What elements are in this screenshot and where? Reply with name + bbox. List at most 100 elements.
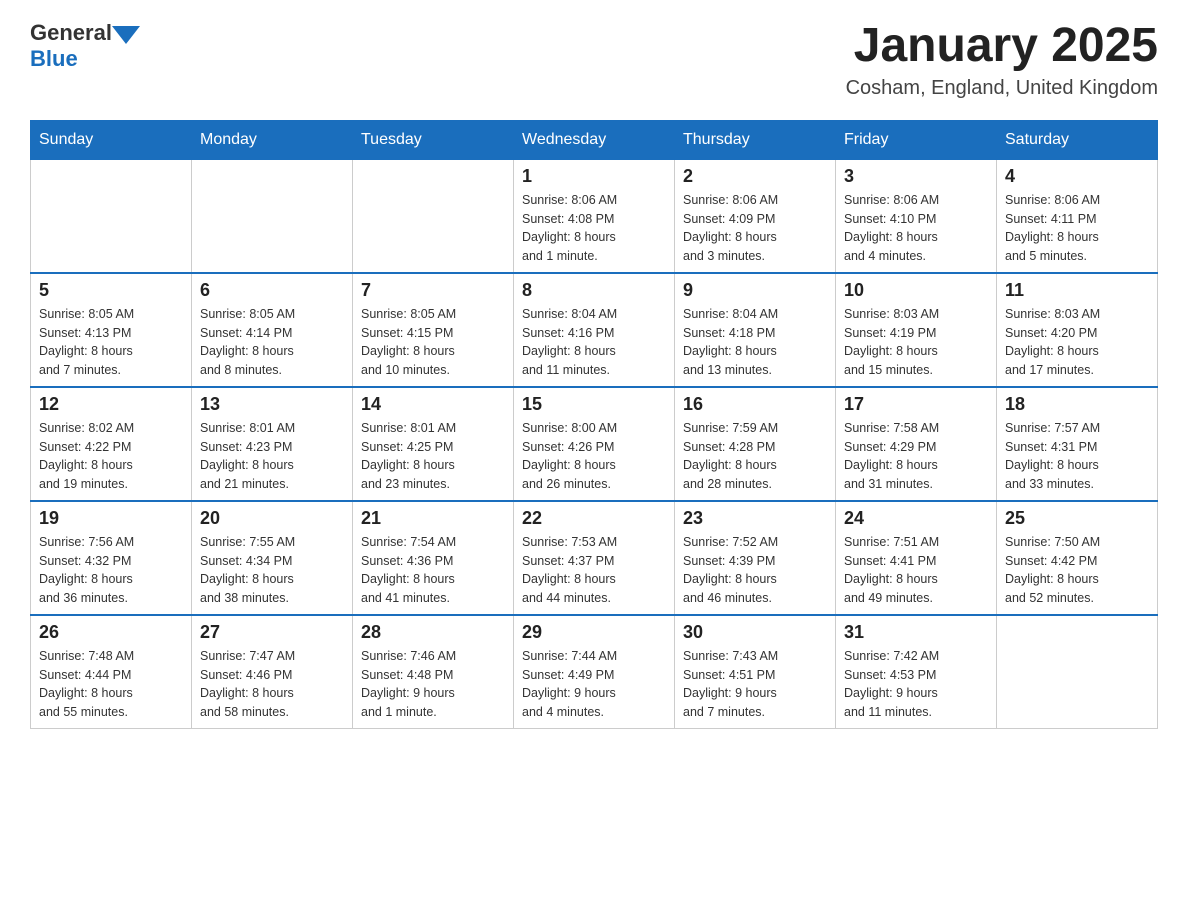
calendar-day-header: Thursday [675, 120, 836, 159]
calendar-cell [192, 159, 353, 273]
day-number: 20 [200, 508, 344, 529]
day-number: 1 [522, 166, 666, 187]
page-header: General Blue January 2025 Cosham, Englan… [30, 20, 1158, 100]
title-block: January 2025 Cosham, England, United Kin… [846, 20, 1158, 100]
day-info: Sunrise: 7:51 AM Sunset: 4:41 PM Dayligh… [844, 533, 988, 608]
cell-content: 9Sunrise: 8:04 AM Sunset: 4:18 PM Daylig… [683, 280, 827, 380]
day-number: 16 [683, 394, 827, 415]
calendar-week-row: 5 Sunrise: 8:05 AM Sunset: 4:13 PM Daylig… [31, 273, 1158, 387]
calendar-cell: 21Sunrise: 7:54 AM Sunset: 4:36 PM Dayli… [353, 501, 514, 615]
calendar-cell: 10Sunrise: 8:03 AM Sunset: 4:19 PM Dayli… [836, 273, 997, 387]
day-number: 30 [683, 622, 827, 643]
calendar-day-header: Sunday [31, 120, 192, 159]
day-info: Sunrise: 7:44 AM Sunset: 4:49 PM Dayligh… [522, 647, 666, 722]
calendar-cell: 14 Sunrise: 8:01 AM Sunset: 4:25 PM Dayli… [353, 387, 514, 501]
calendar-cell: 6Sunrise: 8:05 AM Sunset: 4:14 PM Daylig… [192, 273, 353, 387]
calendar-cell: 25 Sunrise: 7:50 AM Sunset: 4:42 PM Dayli… [997, 501, 1158, 615]
day-number: 25 [1005, 508, 1149, 529]
day-info: Sunrise: 8:02 AM Sunset: 4:22 PM Dayligh… [39, 419, 183, 494]
cell-content: 2Sunrise: 8:06 AM Sunset: 4:09 PM Daylig… [683, 166, 827, 266]
day-info: Sunrise: 7:59 AM Sunset: 4:28 PM Dayligh… [683, 419, 827, 494]
cell-content: 7Sunrise: 8:05 AM Sunset: 4:15 PM Daylig… [361, 280, 505, 380]
calendar-cell: 31Sunrise: 7:42 AM Sunset: 4:53 PM Dayli… [836, 615, 997, 729]
calendar-cell [997, 615, 1158, 729]
calendar-cell: 19 Sunrise: 7:56 AM Sunset: 4:32 PM Dayli… [31, 501, 192, 615]
calendar-cell: 7Sunrise: 8:05 AM Sunset: 4:15 PM Daylig… [353, 273, 514, 387]
cell-content: 3Sunrise: 8:06 AM Sunset: 4:10 PM Daylig… [844, 166, 988, 266]
calendar-cell: 3Sunrise: 8:06 AM Sunset: 4:10 PM Daylig… [836, 159, 997, 273]
day-info: Sunrise: 7:46 AM Sunset: 4:48 PM Dayligh… [361, 647, 505, 722]
day-number: 8 [522, 280, 666, 301]
day-number: 13 [200, 394, 344, 415]
day-number: 5 [39, 280, 183, 301]
day-info: Sunrise: 8:01 AM Sunset: 4:23 PM Dayligh… [200, 419, 344, 494]
day-number: 12 [39, 394, 183, 415]
day-number: 24 [844, 508, 988, 529]
day-info: Sunrise: 8:05 AM Sunset: 4:13 PM Dayligh… [39, 305, 183, 380]
calendar-cell: 9Sunrise: 8:04 AM Sunset: 4:18 PM Daylig… [675, 273, 836, 387]
calendar-day-header: Friday [836, 120, 997, 159]
calendar-cell [353, 159, 514, 273]
calendar-day-header: Monday [192, 120, 353, 159]
cell-content: 16 Sunrise: 7:59 AM Sunset: 4:28 PM Dayli… [683, 394, 827, 494]
calendar-day-header: Wednesday [514, 120, 675, 159]
day-info: Sunrise: 7:53 AM Sunset: 4:37 PM Dayligh… [522, 533, 666, 608]
day-number: 19 [39, 508, 183, 529]
cell-content: 22 Sunrise: 7:53 AM Sunset: 4:37 PM Dayli… [522, 508, 666, 608]
calendar-day-header: Tuesday [353, 120, 514, 159]
cell-content: 13 Sunrise: 8:01 AM Sunset: 4:23 PM Dayli… [200, 394, 344, 494]
day-number: 4 [1005, 166, 1149, 187]
cell-content: 1Sunrise: 8:06 AM Sunset: 4:08 PM Daylig… [522, 166, 666, 266]
day-info: Sunrise: 7:56 AM Sunset: 4:32 PM Dayligh… [39, 533, 183, 608]
day-number: 14 [361, 394, 505, 415]
page-title: January 2025 [846, 20, 1158, 73]
day-info: Sunrise: 8:06 AM Sunset: 4:11 PM Dayligh… [1005, 191, 1149, 266]
calendar-cell: 22 Sunrise: 7:53 AM Sunset: 4:37 PM Dayli… [514, 501, 675, 615]
day-info: Sunrise: 7:43 AM Sunset: 4:51 PM Dayligh… [683, 647, 827, 722]
calendar-cell: 30 Sunrise: 7:43 AM Sunset: 4:51 PM Dayli… [675, 615, 836, 729]
calendar-cell: 26Sunrise: 7:48 AM Sunset: 4:44 PM Dayli… [31, 615, 192, 729]
day-info: Sunrise: 8:06 AM Sunset: 4:10 PM Dayligh… [844, 191, 988, 266]
day-info: Sunrise: 8:05 AM Sunset: 4:15 PM Dayligh… [361, 305, 505, 380]
calendar-week-row: 12 Sunrise: 8:02 AM Sunset: 4:22 PM Dayli… [31, 387, 1158, 501]
cell-content: 20Sunrise: 7:55 AM Sunset: 4:34 PM Dayli… [200, 508, 344, 608]
calendar-cell: 5 Sunrise: 8:05 AM Sunset: 4:13 PM Daylig… [31, 273, 192, 387]
logo-arrow-icon [112, 26, 140, 44]
cell-content: 29Sunrise: 7:44 AM Sunset: 4:49 PM Dayli… [522, 622, 666, 722]
cell-content: 11Sunrise: 8:03 AM Sunset: 4:20 PM Dayli… [1005, 280, 1149, 380]
calendar-cell: 29Sunrise: 7:44 AM Sunset: 4:49 PM Dayli… [514, 615, 675, 729]
day-info: Sunrise: 7:47 AM Sunset: 4:46 PM Dayligh… [200, 647, 344, 722]
cell-content: 24 Sunrise: 7:51 AM Sunset: 4:41 PM Dayli… [844, 508, 988, 608]
day-info: Sunrise: 7:48 AM Sunset: 4:44 PM Dayligh… [39, 647, 183, 722]
calendar-cell: 8Sunrise: 8:04 AM Sunset: 4:16 PM Daylig… [514, 273, 675, 387]
calendar-day-header: Saturday [997, 120, 1158, 159]
cell-content: 23Sunrise: 7:52 AM Sunset: 4:39 PM Dayli… [683, 508, 827, 608]
cell-content: 26Sunrise: 7:48 AM Sunset: 4:44 PM Dayli… [39, 622, 183, 722]
calendar-cell: 16 Sunrise: 7:59 AM Sunset: 4:28 PM Dayli… [675, 387, 836, 501]
day-number: 22 [522, 508, 666, 529]
cell-content: 10Sunrise: 8:03 AM Sunset: 4:19 PM Dayli… [844, 280, 988, 380]
day-info: Sunrise: 8:03 AM Sunset: 4:20 PM Dayligh… [1005, 305, 1149, 380]
day-number: 9 [683, 280, 827, 301]
calendar-week-row: 1Sunrise: 8:06 AM Sunset: 4:08 PM Daylig… [31, 159, 1158, 273]
calendar-cell: 1Sunrise: 8:06 AM Sunset: 4:08 PM Daylig… [514, 159, 675, 273]
cell-content: 25 Sunrise: 7:50 AM Sunset: 4:42 PM Dayli… [1005, 508, 1149, 608]
cell-content: 14 Sunrise: 8:01 AM Sunset: 4:25 PM Dayli… [361, 394, 505, 494]
day-info: Sunrise: 8:06 AM Sunset: 4:09 PM Dayligh… [683, 191, 827, 266]
day-info: Sunrise: 7:57 AM Sunset: 4:31 PM Dayligh… [1005, 419, 1149, 494]
day-number: 17 [844, 394, 988, 415]
calendar-cell: 4 Sunrise: 8:06 AM Sunset: 4:11 PM Daylig… [997, 159, 1158, 273]
day-info: Sunrise: 8:03 AM Sunset: 4:19 PM Dayligh… [844, 305, 988, 380]
day-info: Sunrise: 7:50 AM Sunset: 4:42 PM Dayligh… [1005, 533, 1149, 608]
calendar-cell: 11Sunrise: 8:03 AM Sunset: 4:20 PM Dayli… [997, 273, 1158, 387]
calendar-cell: 27Sunrise: 7:47 AM Sunset: 4:46 PM Dayli… [192, 615, 353, 729]
day-number: 31 [844, 622, 988, 643]
calendar-cell: 13 Sunrise: 8:01 AM Sunset: 4:23 PM Dayli… [192, 387, 353, 501]
calendar-week-row: 19 Sunrise: 7:56 AM Sunset: 4:32 PM Dayli… [31, 501, 1158, 615]
day-info: Sunrise: 8:01 AM Sunset: 4:25 PM Dayligh… [361, 419, 505, 494]
day-number: 28 [361, 622, 505, 643]
calendar-week-row: 26Sunrise: 7:48 AM Sunset: 4:44 PM Dayli… [31, 615, 1158, 729]
day-number: 18 [1005, 394, 1149, 415]
cell-content: 8Sunrise: 8:04 AM Sunset: 4:16 PM Daylig… [522, 280, 666, 380]
cell-content: 19 Sunrise: 7:56 AM Sunset: 4:32 PM Dayli… [39, 508, 183, 608]
